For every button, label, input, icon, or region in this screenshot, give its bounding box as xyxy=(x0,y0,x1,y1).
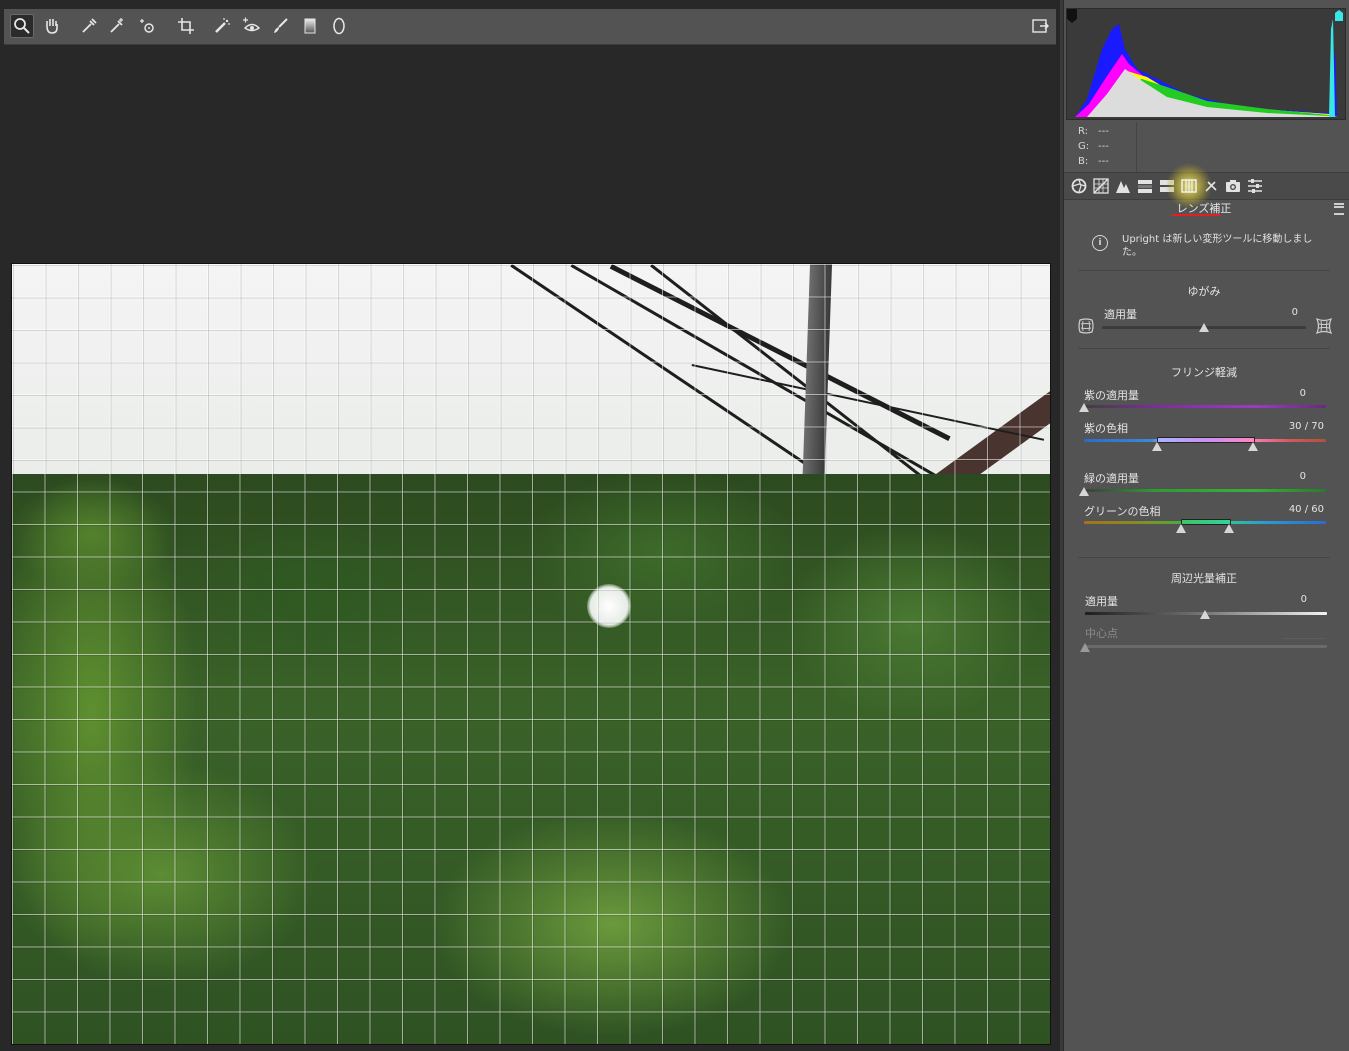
purple-hue-high-thumb[interactable] xyxy=(1248,442,1258,451)
purple-amount-thumb[interactable] xyxy=(1079,403,1089,412)
distortion-amount-value: 0 xyxy=(1291,307,1298,318)
editor-area xyxy=(0,0,1060,1051)
distortion-section-title: ゆがみ xyxy=(1187,285,1221,298)
g-label: G: xyxy=(1078,141,1090,152)
tool-toolbar xyxy=(4,9,1056,45)
presets-tab-icon[interactable] xyxy=(1246,177,1264,195)
effects-tab-icon[interactable] xyxy=(1202,177,1220,195)
vignetting-amount-label: 適用量 xyxy=(1085,595,1118,608)
vignetting-midpoint-thumb xyxy=(1080,643,1090,652)
divider xyxy=(1078,348,1330,349)
distortion-amount-thumb[interactable] xyxy=(1199,323,1209,332)
purple-hue-value: 30 / 70 xyxy=(1288,421,1324,432)
r-value: --- xyxy=(1098,126,1109,137)
spot-removal-icon[interactable] xyxy=(210,14,234,38)
adjustment-brush-icon[interactable] xyxy=(268,14,292,38)
purple-amount-value: 0 xyxy=(1299,388,1306,399)
open-preferences-icon[interactable] xyxy=(1028,14,1052,38)
camera-calibration-tab-icon[interactable] xyxy=(1224,177,1242,195)
tone-curve-tab-icon[interactable] xyxy=(1092,177,1110,195)
green-amount-label: 緑の適用量 xyxy=(1084,472,1139,485)
readout-divider xyxy=(1136,122,1137,172)
r-label: R: xyxy=(1078,126,1089,137)
divider xyxy=(1078,270,1330,271)
purple-hue-label: 紫の色相 xyxy=(1084,422,1128,435)
panel-tabs xyxy=(1064,163,1349,209)
green-amount-value: 0 xyxy=(1299,471,1306,482)
panel-menu-icon[interactable] xyxy=(1334,203,1344,215)
upright-info-text: Upright は新しい変形ツールに移動しました。 xyxy=(1122,234,1313,258)
detail-tab-icon[interactable] xyxy=(1114,177,1132,195)
photo-preview[interactable] xyxy=(11,263,1051,1045)
distortion-amount-label: 適用量 xyxy=(1104,308,1137,321)
b-label: B: xyxy=(1078,156,1089,167)
green-hue-low-thumb[interactable] xyxy=(1176,524,1186,533)
defringe-section-title: フリンジ軽減 xyxy=(1171,366,1237,379)
grid-overlay-shadow xyxy=(12,264,1050,1044)
hsl-tab-icon[interactable] xyxy=(1136,177,1154,195)
vignetting-section-title: 周辺光量補正 xyxy=(1171,572,1237,585)
lens-corrections-tab-icon[interactable] xyxy=(1166,163,1212,209)
vignetting-amount-thumb[interactable] xyxy=(1200,610,1210,619)
purple-hue-range xyxy=(1157,437,1255,443)
barrel-distortion-icon xyxy=(1078,318,1094,334)
b-value: --- xyxy=(1098,156,1109,167)
green-hue-label: グリーンの色相 xyxy=(1084,505,1161,518)
rgb-readout: R: --- G: --- B: --- xyxy=(1078,124,1118,169)
divider xyxy=(1078,557,1330,558)
info-icon: i xyxy=(1092,235,1108,251)
basic-tab-icon[interactable] xyxy=(1070,177,1088,195)
pincushion-distortion-icon xyxy=(1315,317,1333,335)
g-value: --- xyxy=(1098,141,1109,152)
hand-tool-icon[interactable] xyxy=(40,14,64,38)
radial-filter-icon[interactable] xyxy=(327,14,351,38)
color-sampler-icon[interactable] xyxy=(105,14,129,38)
white-balance-icon[interactable] xyxy=(77,14,101,38)
histogram xyxy=(1066,8,1346,120)
green-hue-high-thumb[interactable] xyxy=(1224,524,1234,533)
vignetting-midpoint-field xyxy=(1282,638,1326,639)
green-hue-value: 40 / 60 xyxy=(1288,504,1324,515)
panel-title-underline xyxy=(1172,214,1220,216)
purple-hue-low-thumb[interactable] xyxy=(1152,442,1162,451)
vignetting-amount-value: 0 xyxy=(1300,594,1307,605)
green-amount-thumb[interactable] xyxy=(1079,487,1089,496)
target-adjustment-icon[interactable] xyxy=(135,14,159,38)
right-panel: R: --- G: --- B: --- レンズ補正 i Upright は新し… xyxy=(1063,0,1349,1051)
zoom-tool-icon[interactable] xyxy=(10,14,34,38)
purple-amount-label: 紫の適用量 xyxy=(1084,389,1139,402)
graduated-filter-icon[interactable] xyxy=(298,14,322,38)
purple-amount-track[interactable] xyxy=(1084,405,1326,408)
crop-icon[interactable] xyxy=(174,14,198,38)
vignetting-midpoint-label: 中心点 xyxy=(1085,627,1118,640)
red-eye-icon[interactable] xyxy=(239,14,263,38)
green-amount-track[interactable] xyxy=(1084,489,1326,492)
vignetting-midpoint-track xyxy=(1085,645,1327,648)
